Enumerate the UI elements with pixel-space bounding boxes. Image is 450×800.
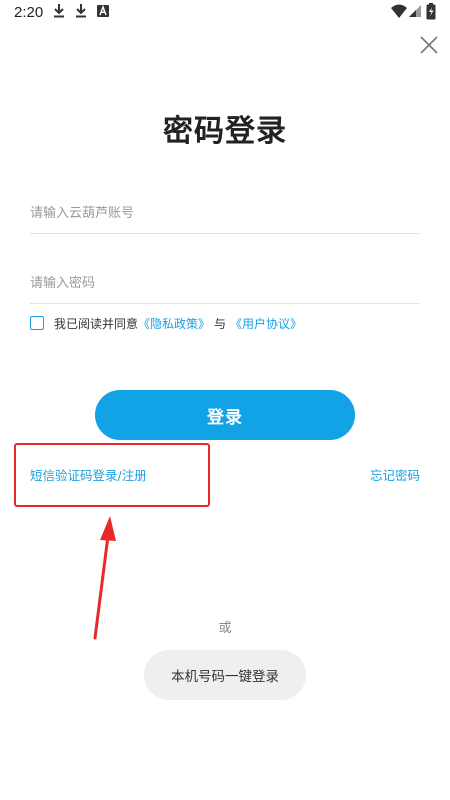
signal-icon <box>409 5 421 17</box>
login-button[interactable]: 登录 <box>95 390 355 440</box>
forgot-password-link[interactable]: 忘记密码 <box>370 465 420 484</box>
download-icon <box>54 4 64 18</box>
login-screen: 2:20 密码登录 请输入云葫芦账号 我已阅读并同意 《隐私政策》 与 《用户协… <box>0 0 450 800</box>
font-icon <box>97 4 109 17</box>
annotation-highlight-box <box>14 443 210 507</box>
close-icon[interactable] <box>418 34 440 56</box>
agreement-row: 我已阅读并同意 《隐私政策》 与 《用户协议》 <box>30 313 302 333</box>
battery-icon <box>426 3 436 20</box>
one-click-login-button[interactable]: 本机号码一键登录 <box>144 650 306 700</box>
download-icon <box>76 4 86 18</box>
agreement-checkbox[interactable] <box>30 316 44 330</box>
user-agreement-link[interactable]: 《用户协议》 <box>230 315 302 332</box>
or-separator: 或 <box>218 621 232 636</box>
status-bar: 2:20 <box>0 0 450 26</box>
agreement-prefix: 我已阅读并同意 <box>54 316 139 331</box>
password-input[interactable] <box>30 263 420 304</box>
account-input[interactable] <box>30 193 420 234</box>
agreement-conjunction: 与 <box>214 316 227 331</box>
wifi-icon <box>391 4 407 18</box>
status-time: 2:20 <box>14 4 44 21</box>
page-title: 密码登录 <box>163 114 287 149</box>
privacy-policy-link[interactable]: 《隐私政策》 <box>138 315 210 332</box>
